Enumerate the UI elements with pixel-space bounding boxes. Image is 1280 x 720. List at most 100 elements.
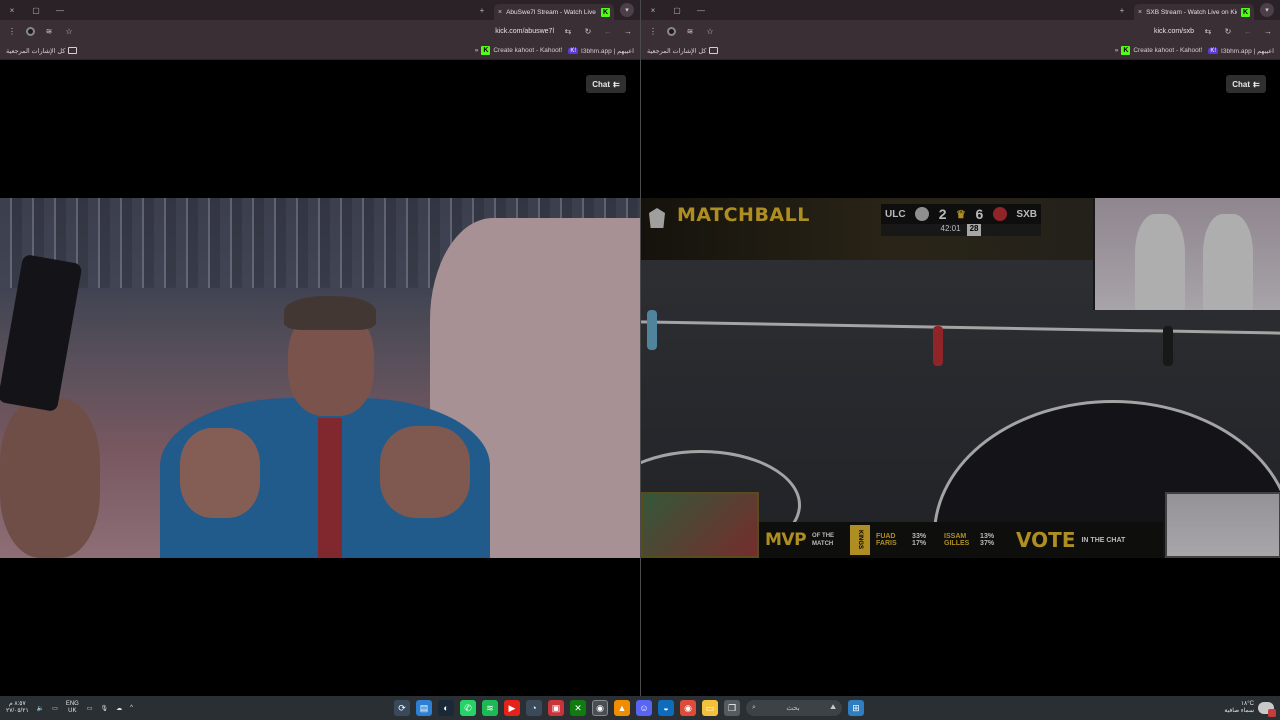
- address-bar[interactable]: kick.com/sxb: [1154, 28, 1194, 35]
- streamer-hand-right: [380, 426, 470, 518]
- site-settings-icon[interactable]: ⇆: [562, 27, 574, 36]
- mvp-vote-banner: MVP OF THE MATCH KINGS FUAD 33% ISSAM 13…: [759, 522, 1163, 558]
- chrome-icon[interactable]: ◉: [592, 700, 608, 716]
- refresh-icon[interactable]: ⟳: [394, 700, 410, 716]
- stream-video-player[interactable]: MATCHBALL ULC 2 ♛ 6 SXB 42:01 28 MVP OF …: [641, 198, 1280, 558]
- matchball-brand: MATCHBALL: [677, 204, 810, 226]
- start-icon[interactable]: ⊞: [848, 700, 864, 716]
- close-window-button[interactable]: ×: [641, 6, 665, 15]
- tab-close-icon[interactable]: ×: [1138, 9, 1142, 16]
- vlc-icon[interactable]: ▲: [614, 700, 630, 716]
- pitch-sideline: [641, 320, 1280, 335]
- vote-subtitle: IN THE CHAT: [1081, 536, 1126, 544]
- home-team: ULC: [885, 208, 906, 220]
- tab-close-icon[interactable]: ×: [498, 9, 502, 16]
- steam-icon[interactable]: ◐: [438, 700, 454, 716]
- new-tab-button[interactable]: +: [470, 6, 494, 15]
- candidate-name: GILLES: [944, 540, 970, 547]
- shot-clock: 28: [966, 224, 982, 236]
- home-team-logo-icon: [915, 207, 930, 221]
- site-settings-icon[interactable]: ⇆: [1202, 27, 1214, 36]
- show-hidden-icons-icon[interactable]: ^: [130, 705, 133, 711]
- spotify-icon[interactable]: ≋: [482, 700, 498, 716]
- vote-title: VOTE: [1016, 528, 1076, 552]
- chat-toggle-button[interactable]: Chat ⇇: [1226, 75, 1266, 93]
- language-indicator[interactable]: ENG UK: [66, 701, 79, 715]
- collapse-icon: ⇇: [613, 79, 620, 89]
- microphone-icon[interactable]: 🎙: [101, 705, 109, 712]
- profile-avatar[interactable]: [667, 26, 676, 36]
- chat-toggle-button[interactable]: Chat ⇇: [586, 75, 626, 93]
- onedrive-icon[interactable]: ☁: [116, 705, 122, 712]
- kahoot-favicon-icon: K: [1121, 46, 1131, 55]
- close-window-button[interactable]: ×: [0, 6, 24, 15]
- desktop: × ▢ — + × AbuSwe7l Stream - Watch Live o…: [0, 0, 1280, 720]
- maximize-window-button[interactable]: ▢: [665, 6, 689, 15]
- bookmark-star-icon[interactable]: ☆: [63, 27, 75, 36]
- media-icon[interactable]: ▣: [548, 700, 564, 716]
- tab-title: SXB Stream - Watch Live on Kick: [1146, 8, 1237, 16]
- extensions-icon[interactable]: ≋: [43, 27, 55, 36]
- profile-avatar[interactable]: [26, 26, 35, 36]
- reload-icon[interactable]: ↻: [1222, 27, 1234, 36]
- notepad-icon[interactable]: ▤: [416, 700, 432, 716]
- edge-alt-icon[interactable]: ◒: [658, 700, 674, 716]
- bookmark-star-icon[interactable]: ☆: [704, 27, 716, 36]
- battery-icon[interactable]: ▭: [87, 705, 93, 712]
- stream-video-player[interactable]: [0, 198, 640, 558]
- taskbar-search[interactable]: ⌕ بحث ⛰: [746, 700, 842, 716]
- bookmark-i3bhm[interactable]: K! I3bhm.app | اعيبهم: [568, 47, 634, 55]
- minimize-window-button[interactable]: —: [689, 6, 713, 15]
- minimize-window-button[interactable]: —: [48, 6, 72, 15]
- kick-favicon-icon: K: [601, 7, 610, 17]
- discord-icon[interactable]: ☺: [636, 700, 652, 716]
- forward-icon[interactable]: ←: [1242, 27, 1254, 36]
- bookmarks-bar: كل الإشارات المرجعية » K Create kahoot -…: [641, 42, 1280, 60]
- all-bookmarks-label: كل الإشارات المرجعية: [6, 47, 66, 55]
- bookmark-label: Create kahoot - Kahoot!: [1133, 47, 1203, 54]
- forward-icon[interactable]: ←: [602, 27, 614, 36]
- network-icon[interactable]: ▭: [52, 705, 58, 712]
- back-icon[interactable]: →: [1262, 27, 1274, 36]
- menu-icon[interactable]: ⋮: [6, 27, 18, 36]
- chrome-alt-icon[interactable]: ◉: [680, 700, 696, 716]
- maximize-window-button[interactable]: ▢: [24, 6, 48, 15]
- weather-widget[interactable]: ١٨°C سماء صافية: [1224, 701, 1276, 717]
- back-icon[interactable]: →: [622, 27, 634, 36]
- taskview-icon[interactable]: ❐: [724, 700, 740, 716]
- candidate-pct: 13%: [980, 533, 995, 540]
- tab-abuswe7l[interactable]: × AbuSwe7l Stream - Watch Live on Kick K: [494, 4, 614, 20]
- xbox-icon[interactable]: ✕: [570, 700, 586, 716]
- tab-search-dropdown-icon[interactable]: ▾: [620, 3, 634, 17]
- extensions-icon[interactable]: ≋: [684, 27, 696, 36]
- youtube-icon[interactable]: ▶: [504, 700, 520, 716]
- tab-sxb[interactable]: × SXB Stream - Watch Live on Kick K: [1134, 4, 1254, 20]
- title-bar: × ▢ — + × AbuSwe7l Stream - Watch Live o…: [0, 0, 640, 20]
- reload-icon[interactable]: ↻: [582, 27, 594, 36]
- edge-icon[interactable]: ◔: [526, 700, 542, 716]
- bookmark-label: I3bhm.app | اعيبهم: [1221, 47, 1274, 55]
- bookmark-kahoot[interactable]: » K Create kahoot - Kahoot!: [1115, 46, 1203, 55]
- address-bar[interactable]: kick.com/abuswe7l: [495, 28, 554, 35]
- camera-operator-hand: [0, 398, 100, 558]
- all-bookmarks[interactable]: كل الإشارات المرجعية: [6, 47, 78, 55]
- whatsapp-icon[interactable]: ✆: [460, 700, 476, 716]
- browser-window-left: × ▢ — + × AbuSwe7l Stream - Watch Live o…: [0, 0, 640, 696]
- search-icon: ⌕: [752, 704, 756, 711]
- streamer-hand-left: [180, 428, 260, 518]
- chat-label: Chat: [1232, 79, 1251, 89]
- all-bookmarks[interactable]: كل الإشارات المرجعية: [647, 47, 719, 55]
- menu-icon[interactable]: ⋮: [647, 27, 659, 36]
- clock[interactable]: ٨:٥٧ م ٢٧/٠٥/٢١: [6, 701, 29, 715]
- explorer-icon[interactable]: ▭: [702, 700, 718, 716]
- candidate-pct: 37%: [980, 540, 995, 547]
- studio-camera-inset: [1093, 198, 1280, 310]
- collapse-icon: ⇇: [1253, 79, 1260, 89]
- new-tab-button[interactable]: +: [1110, 6, 1134, 15]
- bookmark-i3bhm[interactable]: K! I3bhm.app | اعيبهم: [1208, 47, 1274, 55]
- kick-favicon-icon: K: [1241, 7, 1250, 17]
- bookmark-kahoot[interactable]: » K Create kahoot - Kahoot!: [475, 46, 562, 55]
- title-bar: × ▢ — + × SXB Stream - Watch Live on Kic…: [641, 0, 1280, 20]
- volume-icon[interactable]: 🔈: [37, 705, 44, 712]
- tab-search-dropdown-icon[interactable]: ▾: [1260, 3, 1274, 17]
